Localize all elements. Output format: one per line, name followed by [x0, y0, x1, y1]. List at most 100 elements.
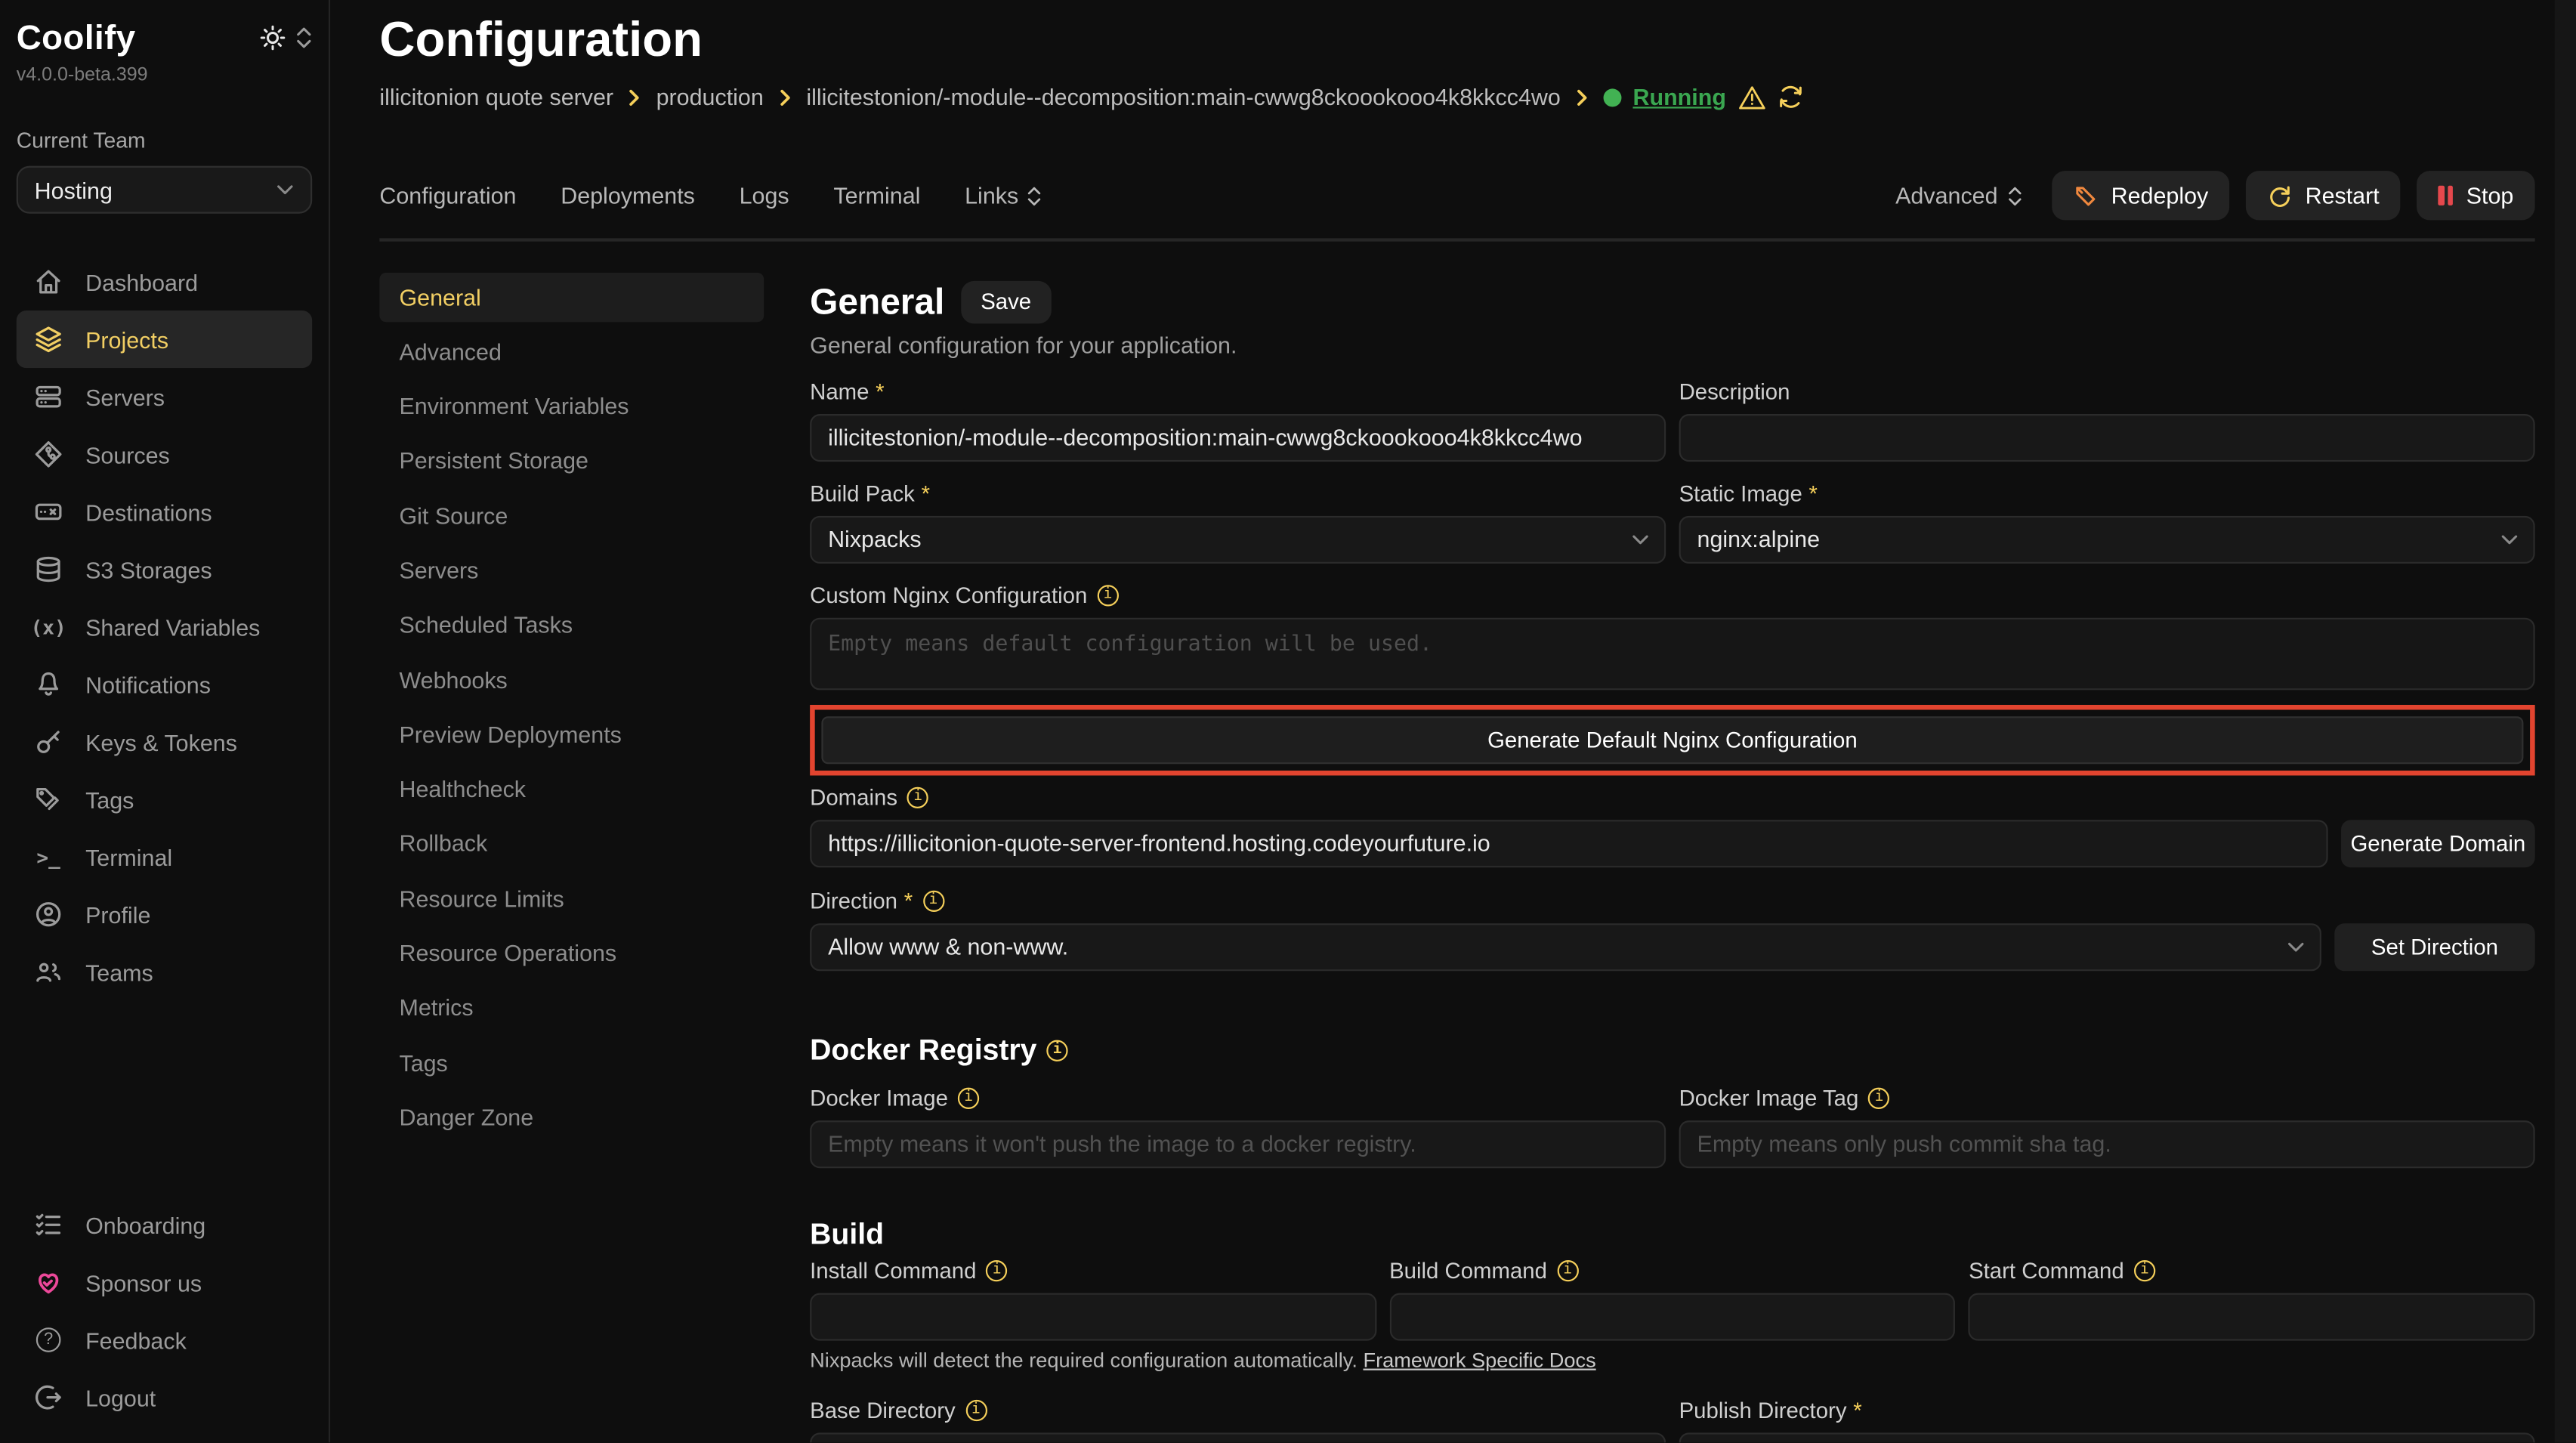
- subnav-item-tags[interactable]: Tags: [379, 1038, 764, 1087]
- bell-icon: [35, 670, 63, 698]
- sidebar-item-dashboard[interactable]: Dashboard: [17, 253, 312, 311]
- subnav-item-git-source[interactable]: Git Source: [379, 491, 764, 540]
- redeploy-icon: [2074, 183, 2099, 208]
- chevron-down-icon: [1632, 533, 1650, 545]
- teams-icon: [35, 958, 63, 986]
- sidebar-item-label: Dashboard: [85, 269, 198, 295]
- chevron-down-icon: [2287, 941, 2305, 952]
- direction-select[interactable]: Allow www & non-www.: [810, 922, 2321, 970]
- generate-nginx-config-button[interactable]: Generate Default Nginx Configuration: [821, 715, 2523, 763]
- subnav-item-servers[interactable]: Servers: [379, 545, 764, 595]
- home-icon: [35, 267, 63, 295]
- tab-deployments[interactable]: Deployments: [561, 182, 695, 209]
- subnav-item-environment-variables[interactable]: Environment Variables: [379, 382, 764, 431]
- framework-docs-link[interactable]: Framework Specific Docs: [1363, 1348, 1595, 1370]
- sidebar-item-keys-tokens[interactable]: Keys & Tokens: [17, 713, 312, 771]
- team-select[interactable]: Hosting: [17, 166, 312, 214]
- domains-input[interactable]: [810, 819, 2327, 867]
- docker-image-tag-label: Docker Image Tag i: [1679, 1085, 2535, 1110]
- warning-icon[interactable]: [1737, 85, 1765, 110]
- config-subnav: General Advanced Environment Variables P…: [379, 272, 764, 1148]
- sidebar-item-s3-storages[interactable]: S3 Storages: [17, 540, 312, 598]
- tab-configuration[interactable]: Configuration: [379, 182, 516, 209]
- sidebar-item-servers[interactable]: Servers: [17, 368, 312, 425]
- stop-button[interactable]: Stop: [2417, 171, 2535, 220]
- subnav-item-resource-limits[interactable]: Resource Limits: [379, 873, 764, 922]
- info-icon[interactable]: i: [1557, 1259, 1578, 1281]
- theme-sun-icon[interactable]: [260, 25, 286, 51]
- breadcrumb-resource[interactable]: illicitestonion/-module--decomposition:m…: [806, 84, 1560, 110]
- info-icon[interactable]: i: [1868, 1087, 1889, 1108]
- sidebar-item-label: Destinations: [85, 499, 212, 525]
- subnav-item-resource-operations[interactable]: Resource Operations: [379, 929, 764, 978]
- breadcrumb-project[interactable]: illicitonion quote server: [379, 84, 613, 110]
- theme-updown-icon[interactable]: [295, 26, 312, 49]
- tab-terminal[interactable]: Terminal: [833, 182, 920, 209]
- subnav-item-persistent-storage[interactable]: Persistent Storage: [379, 436, 764, 485]
- restart-button[interactable]: Restart: [2246, 171, 2401, 220]
- sidebar-item-tags[interactable]: Tags: [17, 771, 312, 828]
- subnav-item-metrics[interactable]: Metrics: [379, 983, 764, 1032]
- install-command-input[interactable]: [810, 1292, 1376, 1339]
- info-icon[interactable]: i: [2134, 1259, 2155, 1281]
- start-command-input[interactable]: [1969, 1292, 2535, 1339]
- static-image-select[interactable]: nginx:alpine: [1679, 515, 2535, 563]
- nginx-config-textarea[interactable]: [810, 617, 2534, 690]
- sidebar-item-sponsor-us[interactable]: Sponsor us: [17, 1253, 312, 1311]
- subnav-item-general[interactable]: General: [379, 272, 764, 321]
- publish-directory-input[interactable]: [1679, 1432, 2535, 1442]
- info-icon[interactable]: i: [1097, 584, 1118, 605]
- base-directory-input[interactable]: [810, 1432, 1666, 1442]
- sidebar-item-onboarding[interactable]: Onboarding: [17, 1196, 312, 1253]
- info-icon[interactable]: i: [958, 1087, 979, 1108]
- build-command-input[interactable]: [1389, 1292, 1956, 1339]
- name-input[interactable]: [810, 413, 1666, 461]
- sidebar-item-profile[interactable]: Profile: [17, 885, 312, 943]
- refresh-icon[interactable]: [1777, 84, 1803, 110]
- chevron-down-icon: [276, 184, 294, 196]
- sidebar-item-sources[interactable]: Sources: [17, 425, 312, 483]
- sidebar-item-projects[interactable]: Projects: [17, 311, 312, 368]
- description-input[interactable]: [1679, 413, 2535, 461]
- subnav-item-scheduled-tasks[interactable]: Scheduled Tasks: [379, 600, 764, 649]
- subnav-item-healthcheck[interactable]: Healthcheck: [379, 765, 764, 814]
- info-icon[interactable]: i: [965, 1399, 987, 1420]
- tab-logs[interactable]: Logs: [740, 182, 789, 209]
- redeploy-button[interactable]: Redeploy: [2052, 171, 2229, 220]
- docker-image-tag-input[interactable]: [1679, 1120, 2535, 1167]
- sidebar-item-terminal[interactable]: >_ Terminal: [17, 828, 312, 885]
- info-icon[interactable]: i: [922, 890, 944, 911]
- sidebar-bottom-menu: Onboarding Sponsor us ? Feedback Logout: [17, 1196, 312, 1426]
- breadcrumb-environment[interactable]: production: [656, 84, 764, 110]
- sidebar-item-logout[interactable]: Logout: [17, 1369, 312, 1426]
- domains-label: Domains i: [810, 784, 2534, 809]
- resource-tabs: Configuration Deployments Logs Terminal …: [379, 171, 2534, 220]
- generate-domain-button[interactable]: Generate Domain: [2341, 819, 2535, 867]
- build-pack-select[interactable]: Nixpacks: [810, 515, 1666, 563]
- subnav-item-rollback[interactable]: Rollback: [379, 819, 764, 868]
- sidebar-item-notifications[interactable]: Notifications: [17, 656, 312, 713]
- coolify-app: Coolify v4.0.0-beta.399 Current Team Hos…: [0, 0, 2576, 1442]
- sidebar-item-feedback[interactable]: ? Feedback: [17, 1311, 312, 1368]
- info-icon[interactable]: i: [1046, 1040, 1067, 1061]
- subnav-item-advanced[interactable]: Advanced: [379, 326, 764, 375]
- sidebar-item-shared-variables[interactable]: (x) Shared Variables: [17, 598, 312, 656]
- terminal-icon: >_: [35, 845, 63, 868]
- tab-links[interactable]: Links: [965, 182, 1042, 209]
- info-icon[interactable]: i: [986, 1259, 1007, 1281]
- stop-icon: [2439, 186, 2453, 205]
- sidebar-item-teams[interactable]: Teams: [17, 943, 312, 1000]
- sidebar-item-destinations[interactable]: Destinations: [17, 483, 312, 540]
- subnav-item-danger-zone[interactable]: Danger Zone: [379, 1092, 764, 1142]
- database-icon: [35, 555, 63, 583]
- subnav-item-preview-deployments[interactable]: Preview Deployments: [379, 709, 764, 759]
- status-running-link[interactable]: Running: [1632, 84, 1725, 110]
- scrollbar[interactable]: [2555, 0, 2576, 1442]
- info-icon[interactable]: i: [907, 786, 928, 808]
- docker-image-input[interactable]: [810, 1120, 1666, 1167]
- advanced-dropdown[interactable]: Advanced: [1895, 182, 2022, 209]
- save-button[interactable]: Save: [961, 280, 1051, 323]
- name-label: Name*: [810, 379, 1666, 403]
- set-direction-button[interactable]: Set Direction: [2334, 922, 2534, 970]
- subnav-item-webhooks[interactable]: Webhooks: [379, 655, 764, 704]
